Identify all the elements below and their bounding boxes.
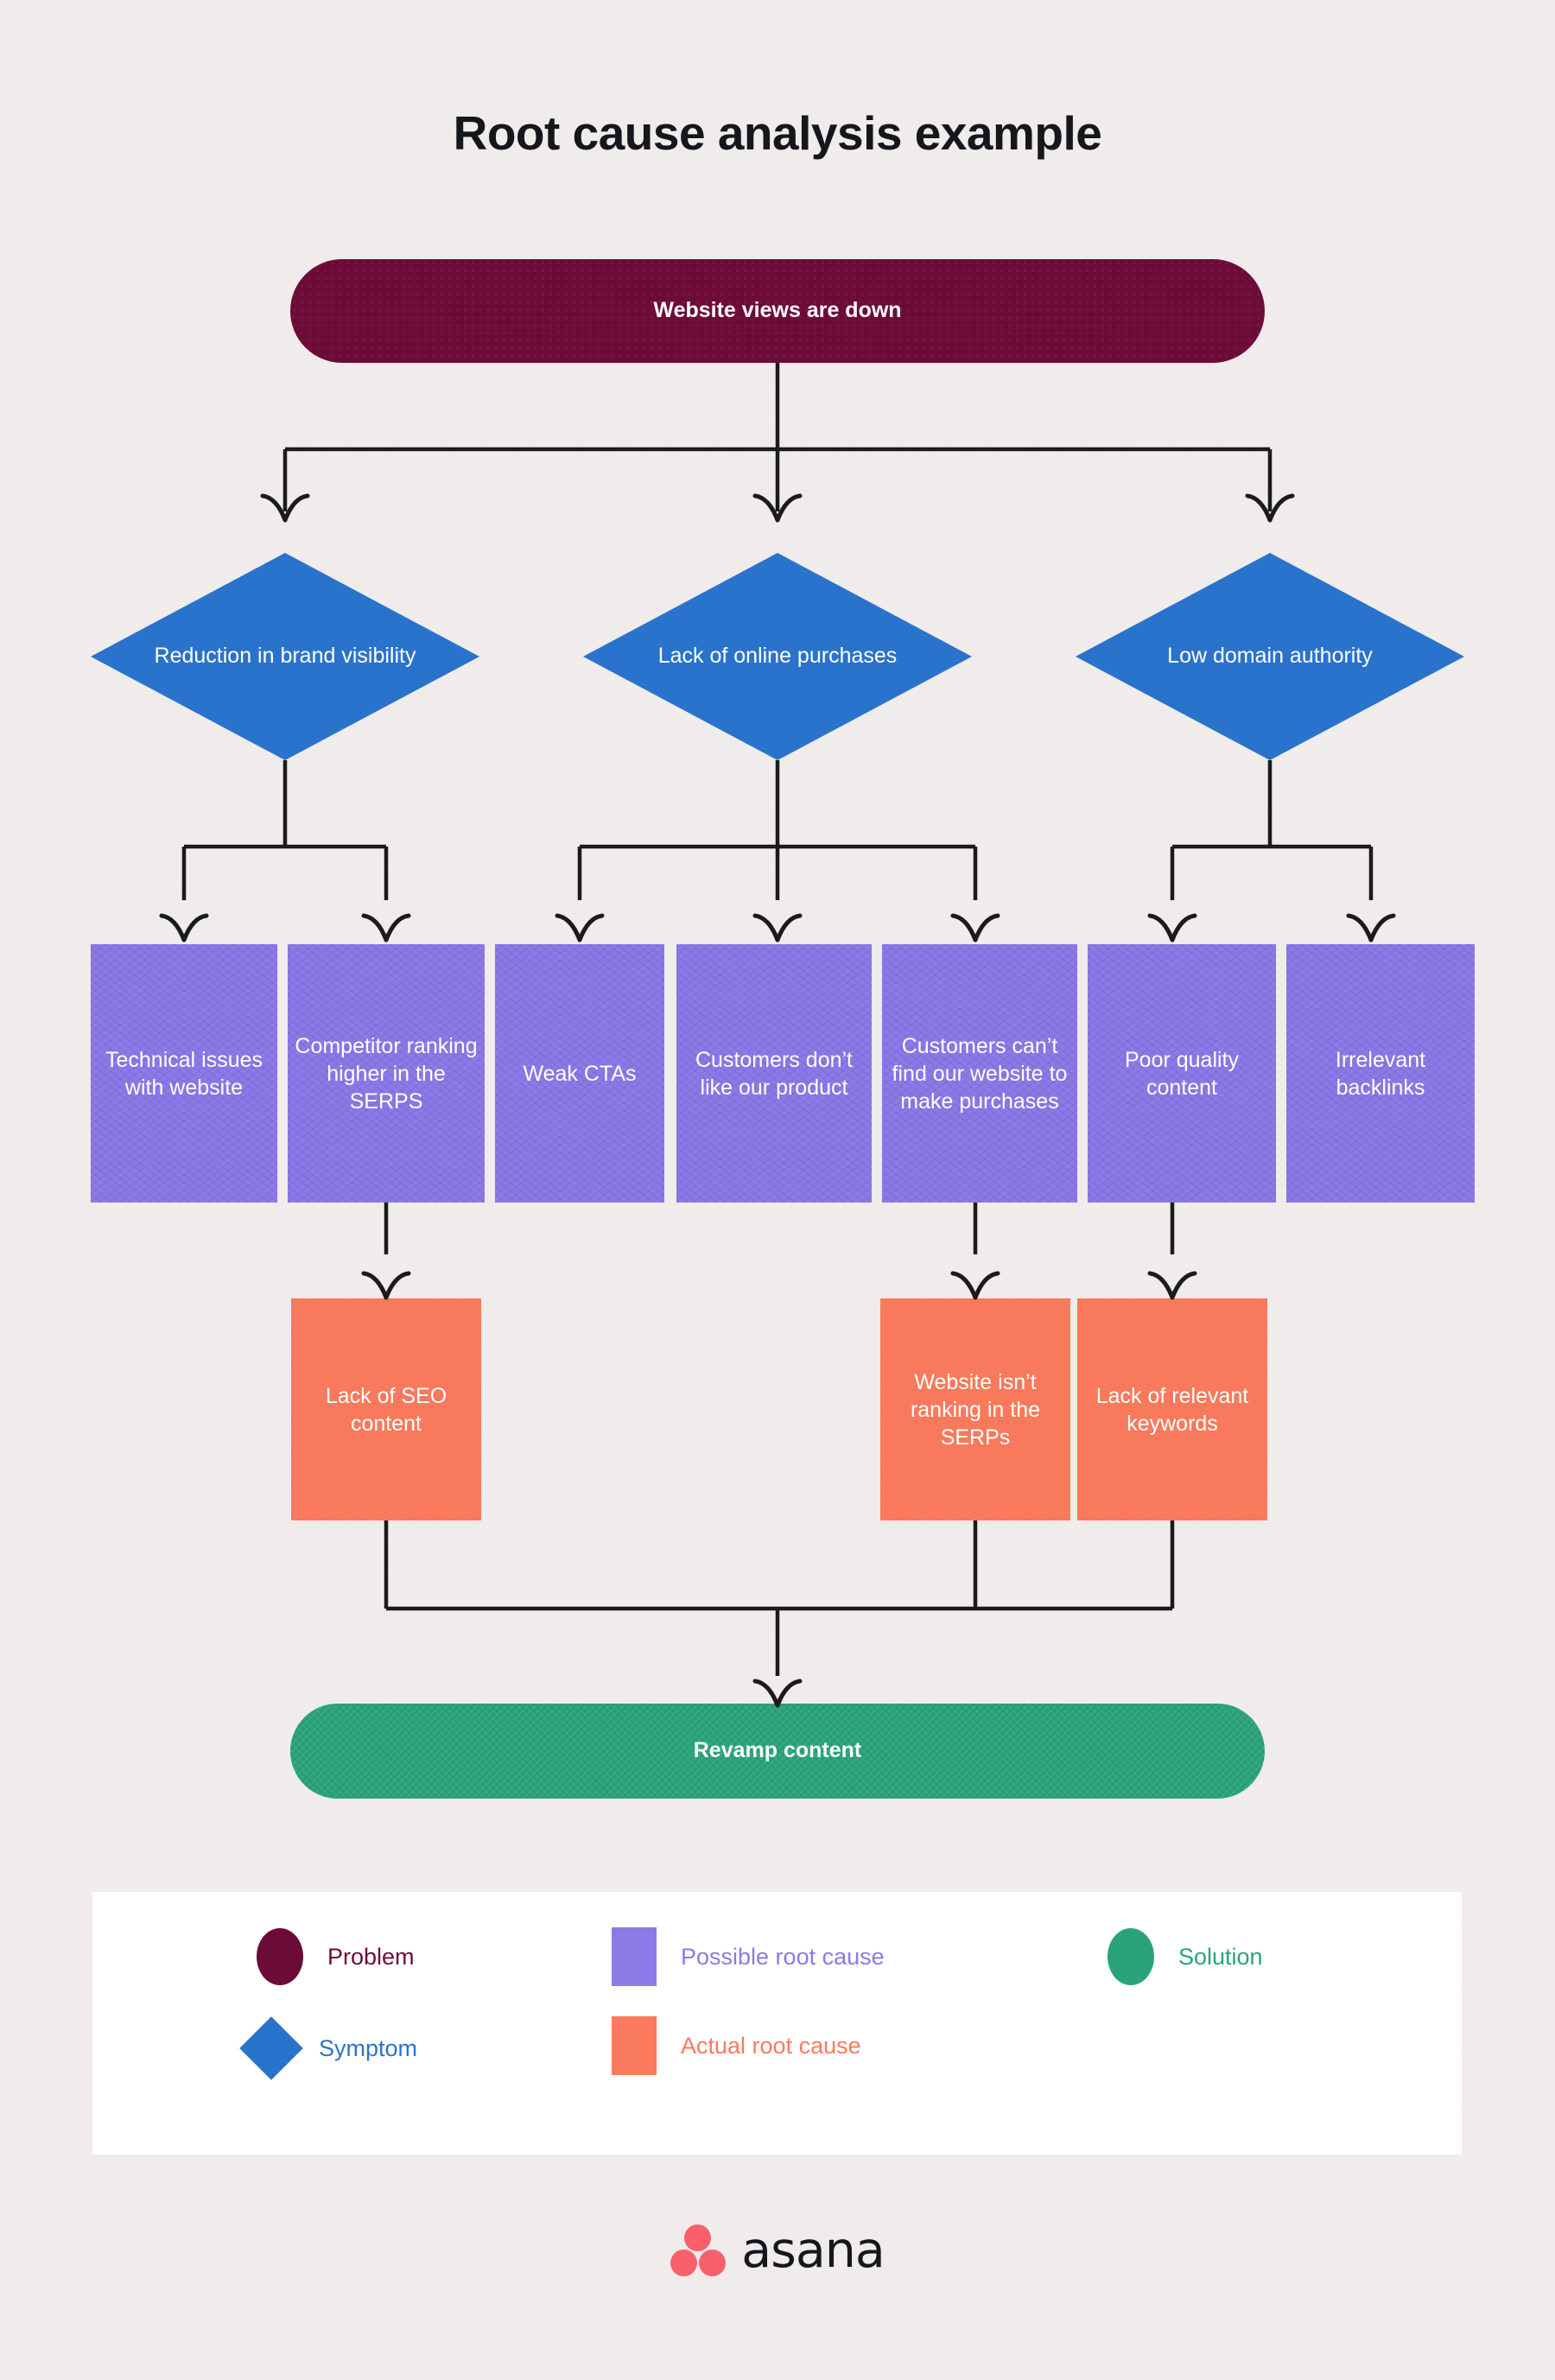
node-actual-cause-lack-of-relevant-keywords[interactable]: Lack of relevant keywords <box>1077 1298 1267 1520</box>
legend-label: Possible root cause <box>681 1943 885 1970</box>
node-label: Competitor ranking higher in the SERPS <box>295 1033 478 1114</box>
node-label: Weak CTAs <box>523 1061 637 1086</box>
node-possible-cause-irrelevant-backlinks[interactable]: Irrelevant backlinks <box>1286 944 1475 1203</box>
legend-label: Solution <box>1178 1943 1263 1970</box>
legend-panel: Problem Symptom Possible root cause Actu… <box>92 1892 1462 2155</box>
legend-item-possible-root-cause[interactable]: Possible root cause <box>612 1927 885 1986</box>
legend-circle-icon <box>257 1928 303 1985</box>
node-solution[interactable]: Revamp content <box>290 1704 1265 1799</box>
node-symptom-reduction-in-brand-visibility[interactable]: Reduction in brand visibility <box>91 553 479 760</box>
node-symptom-label: Reduction in brand visibility <box>154 644 416 669</box>
node-label: Irrelevant backlinks <box>1335 1047 1426 1100</box>
node-possible-cause-technical-issues[interactable]: Technical issues with website <box>91 944 277 1203</box>
node-label: Customers don’t like our product <box>695 1047 854 1100</box>
node-possible-cause-customers-dont-like-product[interactable]: Customers don’t like our product <box>676 944 872 1203</box>
legend-square-icon <box>612 2016 657 2075</box>
node-label: Customers can’t find our website to make… <box>892 1033 1068 1114</box>
node-label: Poor quality content <box>1124 1047 1240 1100</box>
node-actual-cause-lack-of-seo-content[interactable]: Lack of SEO content <box>291 1298 481 1520</box>
node-label: Lack of SEO content <box>325 1383 447 1436</box>
asana-wordmark: asana <box>741 2222 885 2279</box>
legend-label: Actual root cause <box>681 2032 861 2059</box>
node-symptom-lack-of-online-purchases[interactable]: Lack of online purchases <box>583 553 972 760</box>
node-possible-cause-weak-ctas[interactable]: Weak CTAs <box>495 944 664 1203</box>
node-label: Website isn’t ranking in the SERPs <box>910 1369 1041 1450</box>
legend-circle-icon <box>1108 1928 1154 1985</box>
node-symptom-label: Low domain authority <box>1167 644 1373 669</box>
page-title: Root cause analysis example <box>453 106 1102 160</box>
node-symptom-low-domain-authority[interactable]: Low domain authority <box>1076 553 1464 760</box>
legend-square-icon <box>612 1927 657 1986</box>
node-problem[interactable]: Website views are down <box>290 259 1265 363</box>
legend-item-symptom[interactable]: Symptom <box>239 2016 418 2080</box>
legend-item-actual-root-cause[interactable]: Actual root cause <box>612 2016 861 2075</box>
node-possible-cause-poor-quality-content[interactable]: Poor quality content <box>1088 944 1276 1203</box>
node-label: Lack of relevant keywords <box>1095 1383 1249 1436</box>
node-actual-cause-website-isnt-ranking[interactable]: Website isn’t ranking in the SERPs <box>880 1298 1070 1520</box>
asana-logo: asana <box>0 2222 1555 2279</box>
legend-label: Problem <box>327 1943 415 1970</box>
legend-item-problem[interactable]: Problem <box>257 1928 415 1985</box>
node-symptom-label: Lack of online purchases <box>657 644 898 669</box>
legend-item-solution[interactable]: Solution <box>1108 1928 1263 1985</box>
node-label: Technical issues with website <box>105 1047 263 1100</box>
legend-label: Symptom <box>319 2034 418 2061</box>
node-possible-cause-customers-cant-find-website[interactable]: Customers can’t find our website to make… <box>882 944 1077 1203</box>
node-possible-cause-competitor-ranking[interactable]: Competitor ranking higher in the SERPS <box>288 944 485 1203</box>
legend-diamond-icon <box>239 2016 303 2080</box>
asana-dots-icon <box>670 2225 727 2276</box>
